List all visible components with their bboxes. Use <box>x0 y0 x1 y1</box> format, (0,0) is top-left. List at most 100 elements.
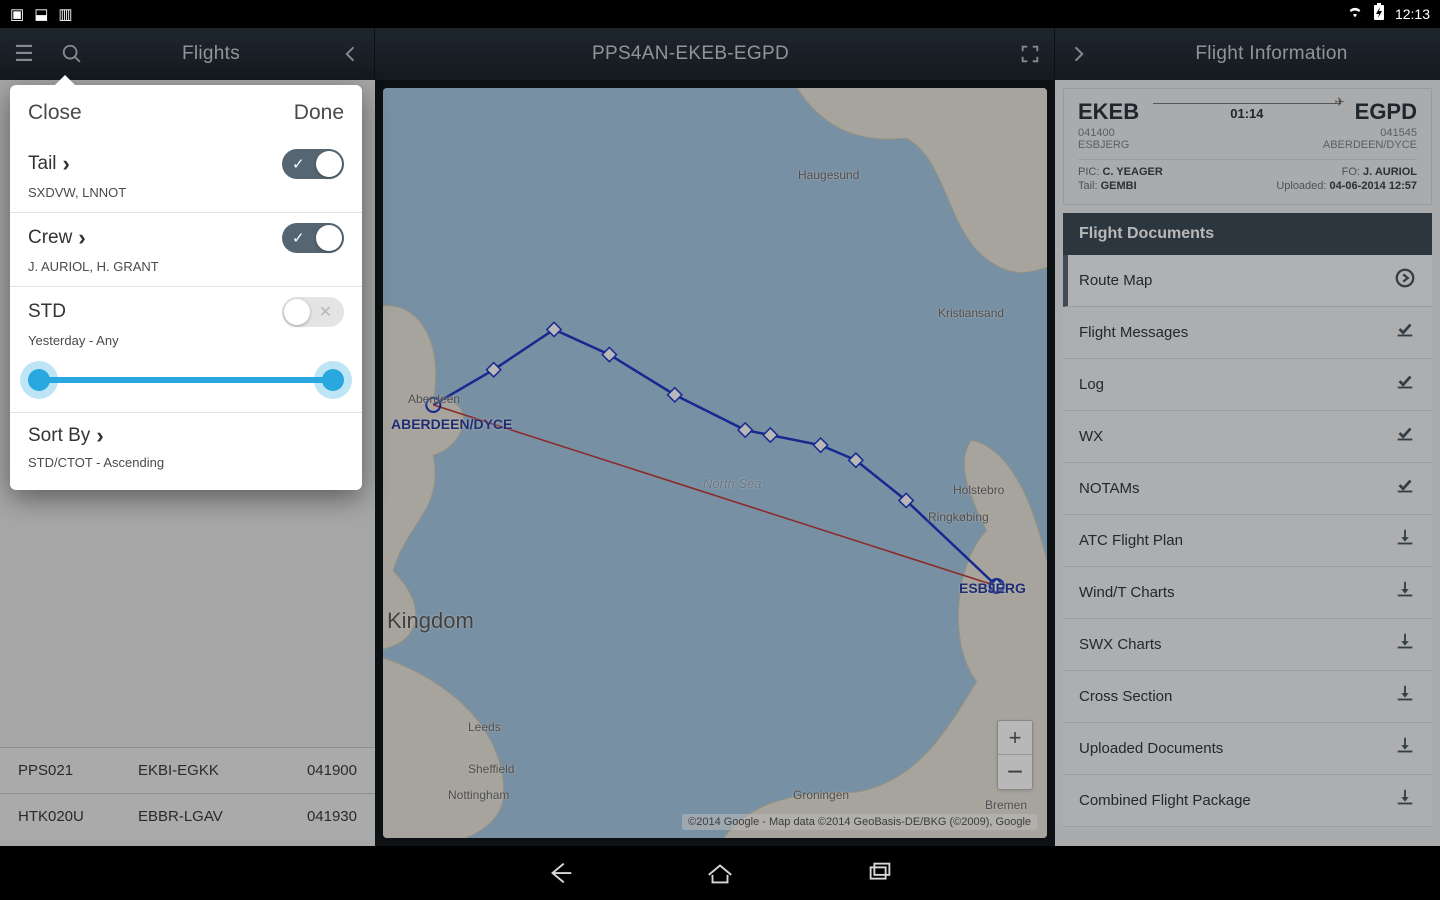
map-city: Haugesund <box>798 168 859 182</box>
map-label-dep-airport: ESBJERG <box>959 580 1026 596</box>
statusbar-time: 12:13 <box>1395 6 1430 22</box>
filter-tail-row[interactable]: Tail › ✓ SXDVW, LNNOT <box>10 139 362 213</box>
map-city: Nottingham <box>448 788 509 802</box>
map-city: Sheffield <box>468 762 514 776</box>
flights-filter-popover: Close Done Tail › ✓ SXDVW, LNNOT Crew › … <box>10 85 362 490</box>
filter-sort-row[interactable]: Sort By › STD/CTOT - Ascending <box>10 413 362 482</box>
document-label: Combined Flight Package <box>1079 792 1251 809</box>
map-attribution: ©2014 Google - Map data ©2014 GeoBasis-D… <box>682 814 1037 830</box>
header-right: Flight Information <box>1055 28 1440 80</box>
document-item[interactable]: WX <box>1063 411 1432 463</box>
tail-value: GEMBI <box>1101 180 1137 192</box>
dep-airport: EKEB <box>1078 99 1139 125</box>
fo-value: J. AURIOL <box>1363 166 1417 178</box>
battery-charging-icon <box>1373 3 1385 25</box>
filter-crew-value: J. AURIOL, H. GRANT <box>28 259 344 274</box>
document-label: Wind/T Charts <box>1079 584 1175 601</box>
flight-route: EBBR-LGAV <box>138 808 277 825</box>
chevron-right-icon: › <box>78 225 108 251</box>
uploaded-value: 04-06-2014 12:57 <box>1330 180 1417 192</box>
menu-button[interactable]: ☰ <box>0 28 48 80</box>
document-item[interactable]: Combined Flight Package <box>1063 775 1432 827</box>
downloaded-icon <box>1394 475 1416 503</box>
flight-documents-header: Flight Documents <box>1063 213 1432 255</box>
nav-back-button[interactable] <box>540 853 580 893</box>
app-headers: ☰ Flights PPS4AN-EKEB-EGPD Flight Inform… <box>0 28 1440 80</box>
document-item[interactable]: Flight Messages <box>1063 307 1432 359</box>
flight-info-panel: EKEB 01:14 EGPD 041400 041545 ESBJERG AB… <box>1055 80 1440 846</box>
flight-time: 041900 <box>277 762 357 779</box>
popover-close-button[interactable]: Close <box>28 101 82 125</box>
filter-std-label: STD <box>28 301 66 323</box>
filter-tail-value: SXDVW, LNNOT <box>28 185 344 200</box>
barcode-icon: ▥ <box>58 5 72 23</box>
map-zoom-control: + − <box>997 720 1033 790</box>
flight-row[interactable]: HTK020U EBBR-LGAV 041930 <box>0 793 375 839</box>
open-icon <box>1394 267 1416 295</box>
nav-home-button[interactable] <box>700 853 740 893</box>
document-label: Route Map <box>1079 272 1152 289</box>
document-item[interactable]: Cross Section <box>1063 671 1432 723</box>
map-city: Bremen <box>985 798 1027 812</box>
flight-duration: 01:14 <box>1230 106 1263 121</box>
flight-summary-card: EKEB 01:14 EGPD 041400 041545 ESBJERG AB… <box>1063 88 1432 205</box>
document-label: Log <box>1079 376 1104 393</box>
android-navbar <box>0 846 1440 900</box>
map-panel: Kingdom North Sea ABERDEEN/DYCE ESBJERG … <box>375 80 1055 846</box>
document-label: NOTAMs <box>1079 480 1140 497</box>
document-item[interactable]: ATC Flight Plan <box>1063 515 1432 567</box>
nav-recent-button[interactable] <box>860 853 900 893</box>
flight-time: 041930 <box>277 808 357 825</box>
document-item[interactable]: NOTAMs <box>1063 463 1432 515</box>
map-city: Kristiansand <box>938 306 1004 320</box>
route-map[interactable]: Kingdom North Sea ABERDEEN/DYCE ESBJERG … <box>383 88 1047 838</box>
filter-crew-toggle[interactable]: ✓ <box>282 223 344 253</box>
collapse-right-button[interactable] <box>1055 28 1103 80</box>
download-icon <box>1394 735 1416 763</box>
filter-sort-value: STD/CTOT - Ascending <box>28 455 344 470</box>
downloaded-icon <box>1394 319 1416 347</box>
search-button[interactable] <box>48 28 96 80</box>
filter-std-row[interactable]: STD ✕ Yesterday - Any <box>10 287 362 413</box>
document-item[interactable]: SWX Charts <box>1063 619 1432 671</box>
filter-std-toggle[interactable]: ✕ <box>282 297 344 327</box>
pic-label: PIC: <box>1078 166 1099 178</box>
download-icon <box>1394 527 1416 555</box>
download-icon: ⬓ <box>34 5 48 23</box>
flight-documents-list: Route Map Flight Messages Log WX NOTAMs ATC F… <box>1063 255 1432 827</box>
header-left-title: Flights <box>96 43 326 65</box>
filter-sort-label: Sort By <box>28 425 90 447</box>
arr-time: 041545 <box>1380 127 1417 139</box>
dep-name: ESBJERG <box>1078 139 1129 151</box>
zoom-in-button[interactable]: + <box>998 721 1032 755</box>
flight-row[interactable]: PPS021 EKBI-EGKK 041900 <box>0 747 375 793</box>
document-item[interactable]: Wind/T Charts <box>1063 567 1432 619</box>
collapse-left-button[interactable] <box>326 28 374 80</box>
header-center-title: PPS4AN-EKEB-EGPD <box>375 43 1006 65</box>
popover-done-button[interactable]: Done <box>294 101 344 125</box>
filter-tail-label: Tail <box>28 153 57 175</box>
map-city: Holstebro <box>953 483 1004 497</box>
image-icon: ▣ <box>10 5 24 23</box>
document-item[interactable]: Route Map <box>1063 255 1432 307</box>
filter-std-value: Yesterday - Any <box>28 333 344 348</box>
tail-label: Tail: <box>1078 180 1098 192</box>
dep-time: 041400 <box>1078 127 1115 139</box>
chevron-right-icon: › <box>96 423 126 449</box>
document-label: Uploaded Documents <box>1079 740 1223 757</box>
download-icon <box>1394 683 1416 711</box>
document-item[interactable]: Uploaded Documents <box>1063 723 1432 775</box>
map-city: Ringkøbing <box>928 510 989 524</box>
map-city: Aberdeen <box>408 392 460 406</box>
zoom-out-button[interactable]: − <box>998 755 1032 789</box>
fullscreen-button[interactable] <box>1006 28 1054 80</box>
std-range-slider[interactable] <box>28 362 344 396</box>
android-statusbar: ▣ ⬓ ▥ 12:13 <box>0 0 1440 28</box>
filter-tail-toggle[interactable]: ✓ <box>282 149 344 179</box>
flight-id: HTK020U <box>18 808 138 825</box>
filter-crew-row[interactable]: Crew › ✓ J. AURIOL, H. GRANT <box>10 213 362 287</box>
document-item[interactable]: Log <box>1063 359 1432 411</box>
header-left: ☰ Flights <box>0 28 375 80</box>
downloaded-icon <box>1394 371 1416 399</box>
map-label-arr-airport: ABERDEEN/DYCE <box>391 416 512 432</box>
